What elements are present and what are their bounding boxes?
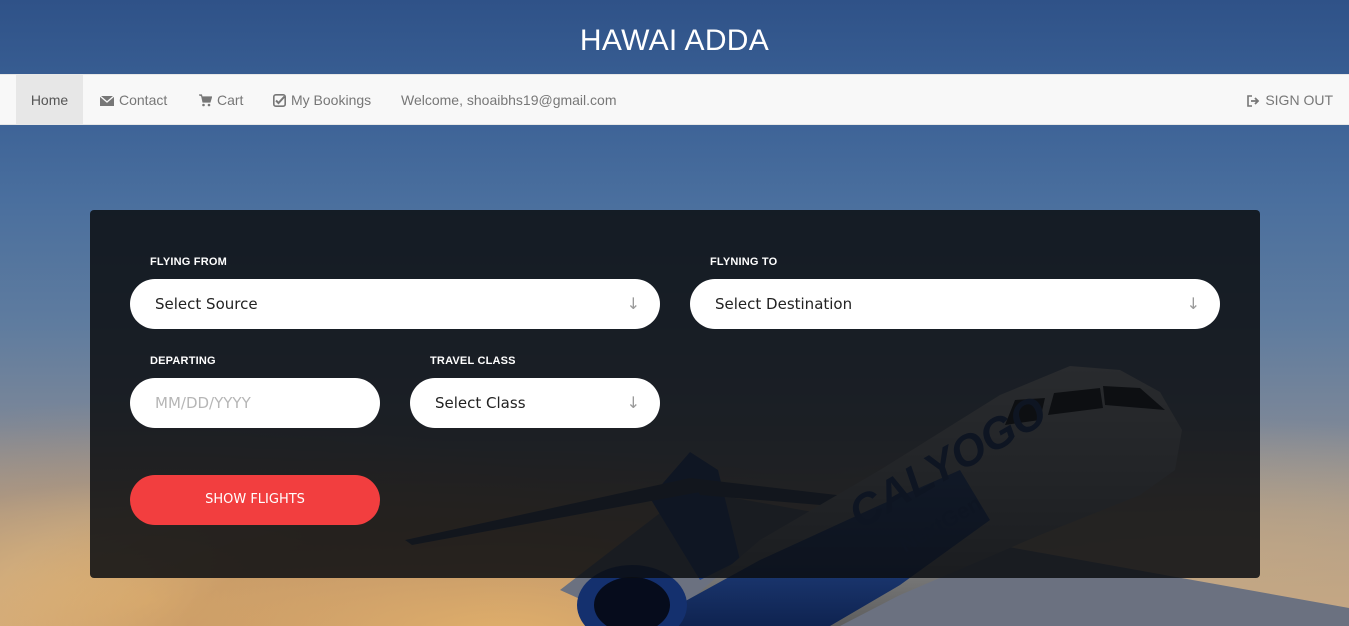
travel-class-value: Select Class <box>435 394 526 412</box>
show-flights-button[interactable]: SHOW FLIGHTS <box>130 475 380 525</box>
flight-search-panel: FLYING FROM Select Source ↓ FLYNING TO S… <box>90 210 1260 578</box>
sign-out-label: SIGN OUT <box>1265 92 1333 108</box>
destination-select[interactable]: Select Destination ↓ <box>690 279 1220 329</box>
nav-contact-label: Contact <box>119 92 168 108</box>
nav-home-link[interactable]: Home <box>16 75 83 125</box>
sign-out-link[interactable]: SIGN OUT <box>1247 75 1333 125</box>
cart-icon <box>199 94 213 107</box>
travel-class-label: TRAVEL CLASS <box>430 355 516 367</box>
chevron-down-icon: ↓ <box>1186 294 1200 313</box>
sign-out-icon <box>1247 95 1260 107</box>
envelope-icon <box>99 95 115 106</box>
flying-to-label: FLYNING TO <box>710 256 778 268</box>
nav-cart-link[interactable]: Cart <box>199 75 243 125</box>
departing-date-input[interactable]: MM/DD/YYYY <box>130 378 380 428</box>
flying-from-label: FLYING FROM <box>150 256 227 268</box>
check-square-icon <box>273 94 286 107</box>
welcome-text: Welcome, shoaibhs19@gmail.com <box>401 92 617 108</box>
travel-class-select[interactable]: Select Class ↓ <box>410 378 660 428</box>
source-select-value: Select Source <box>155 295 258 313</box>
site-title: HAWAI ADDA <box>579 24 770 57</box>
nav-contact-link[interactable]: Contact <box>99 75 168 125</box>
destination-select-value: Select Destination <box>715 295 853 313</box>
nav-bookings-label: My Bookings <box>291 92 372 108</box>
chevron-down-icon: ↓ <box>626 393 640 412</box>
departing-date-placeholder: MM/DD/YYYY <box>155 394 251 412</box>
nav-bookings-link[interactable]: My Bookings <box>273 75 371 125</box>
chevron-down-icon: ↓ <box>626 294 640 313</box>
nav-cart-label: Cart <box>217 92 244 108</box>
source-select[interactable]: Select Source ↓ <box>130 279 660 329</box>
navbar: Home Contact Cart My Bookings Welcome, s… <box>0 74 1349 125</box>
departing-label: DEPARTING <box>150 355 216 367</box>
